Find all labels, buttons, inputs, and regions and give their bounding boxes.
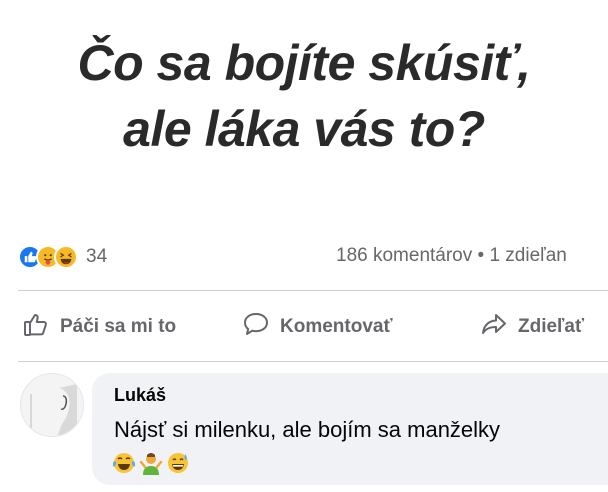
comment-label: Komentovať [280,316,393,337]
reaction-count[interactable]: 34 [86,246,107,268]
like-button[interactable]: Páči sa mi to [22,305,176,349]
thumbs-up-icon [22,310,60,344]
grinning-sweat-emoji-icon [166,451,190,477]
crying-laughing-emoji-icon [112,451,136,477]
post-title: Čo sa bojíte skúsiť, ale láka vás to? [0,30,608,162]
comment-bubble-icon [242,310,280,344]
post-title-line-2: ale láka vás to? [123,101,485,157]
post-title-line-1: Čo sa bojíte skúsiť, [77,35,531,91]
post-stats: 34 186 komentárov • 1 zdieľan [18,240,608,274]
share-label: Zdieľať [518,316,585,337]
comment-button[interactable]: Komentovať [242,305,393,349]
like-label: Páči sa mi to [60,316,177,337]
avatar[interactable] [20,373,84,437]
comment-emojis [112,451,192,477]
divider [18,361,608,362]
comment-bubble: Lukáš Nájsť si milenku, ale bojím sa man… [92,373,608,485]
haha-icon [54,245,78,269]
divider [18,290,608,291]
post-actions: Páči sa mi to Komentovať Zdieľať [18,305,608,349]
comment-text: Nájsť si milenku, ale bojím sa manželky [114,417,501,442]
comments-shares-count[interactable]: 186 komentárov • 1 zdieľan [336,245,567,267]
share-arrow-icon [480,310,518,344]
reactions-summary[interactable]: 34 [18,244,107,270]
comment-author[interactable]: Lukáš [114,385,166,406]
share-button[interactable]: Zdieľať [480,305,584,349]
person-gesturing-emoji-icon [138,451,164,477]
